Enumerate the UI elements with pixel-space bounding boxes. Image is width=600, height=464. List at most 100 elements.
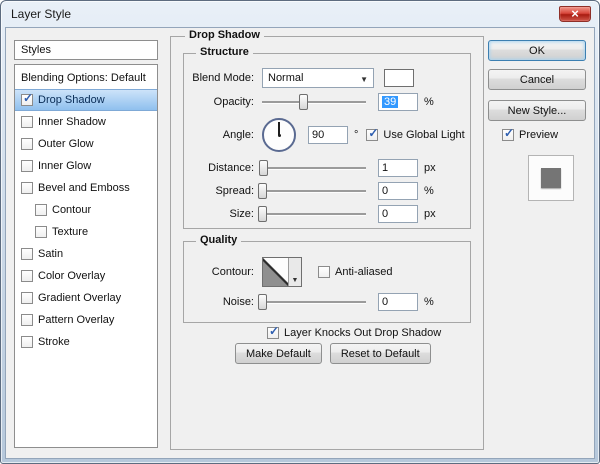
opacity-unit: % xyxy=(424,96,434,108)
blend-mode-dropdown[interactable]: Normal ▼ xyxy=(262,68,374,88)
slider-track xyxy=(262,213,366,216)
layer-knocks-out-checkbox[interactable]: ✓ xyxy=(267,327,279,339)
noise-value: 0 xyxy=(382,296,388,308)
opacity-row: Opacity: 39 % xyxy=(184,90,470,114)
style-item-inner-glow[interactable]: ✓Inner Glow xyxy=(15,155,157,177)
use-global-light-checkbox[interactable]: ✓ xyxy=(366,129,378,141)
ok-button[interactable]: OK xyxy=(488,40,586,61)
spread-field[interactable]: 0 xyxy=(378,182,418,200)
style-item-label: Gradient Overlay xyxy=(38,292,121,304)
preview-label: Preview xyxy=(519,129,558,141)
chevron-down-icon: ▼ xyxy=(360,75,368,84)
opacity-field[interactable]: 39 xyxy=(378,93,418,111)
size-value: 0 xyxy=(382,208,388,220)
cancel-button[interactable]: Cancel xyxy=(488,69,586,90)
preview-checkbox[interactable]: ✓ xyxy=(502,129,514,141)
blend-mode-label: Blend Mode: xyxy=(188,72,254,84)
slider-thumb[interactable] xyxy=(259,160,268,176)
action-column: OK Cancel New Style... ✓ Preview xyxy=(488,40,586,201)
style-item-drop-shadow[interactable]: ✓Drop Shadow xyxy=(15,89,157,111)
styles-panel-header: Styles xyxy=(14,40,158,60)
contour-picker[interactable]: ▼ xyxy=(262,257,302,287)
noise-unit: % xyxy=(424,296,434,308)
noise-row: Noise: 0 % xyxy=(184,290,470,313)
slider-thumb[interactable] xyxy=(258,183,267,199)
angle-dial[interactable] xyxy=(262,118,296,152)
contour-dropdown-arrow[interactable]: ▼ xyxy=(288,258,301,286)
style-item-bevel-and-emboss[interactable]: ✓ Bevel and Emboss xyxy=(15,177,157,199)
style-item-color-overlay[interactable]: ✓ Color Overlay xyxy=(15,265,157,287)
slider-thumb[interactable] xyxy=(258,294,267,310)
layer-knocks-out-label: Layer Knocks Out Drop Shadow xyxy=(284,327,441,339)
chevron-down-icon: ▼ xyxy=(292,277,299,284)
angle-label: Angle: xyxy=(188,129,254,141)
style-item-pattern-overlay[interactable]: ✓Pattern Overlay xyxy=(15,309,157,331)
style-effect-checkbox[interactable]: ✓ xyxy=(21,270,33,282)
style-effect-checkbox[interactable]: ✓ xyxy=(21,182,33,194)
style-item-blending-options-default[interactable]: Blending Options: Default xyxy=(15,67,157,89)
spread-slider[interactable] xyxy=(262,183,366,199)
style-effect-checkbox[interactable]: ✓ xyxy=(21,94,33,106)
make-default-button[interactable]: Make Default xyxy=(235,343,322,364)
style-effect-checkbox[interactable]: ✓ xyxy=(21,336,33,348)
opacity-label: Opacity: xyxy=(188,96,254,108)
titlebar[interactable]: Layer Style × xyxy=(1,1,599,27)
use-global-light-label: Use Global Light xyxy=(383,129,464,141)
style-effect-checkbox[interactable]: ✓ xyxy=(35,226,47,238)
blend-mode-value: Normal xyxy=(268,72,303,84)
style-item-stroke[interactable]: ✓ Stroke xyxy=(15,331,157,353)
spread-value: 0 xyxy=(382,185,388,197)
preview-row: ✓ Preview xyxy=(502,129,586,141)
slider-track xyxy=(262,101,366,104)
reset-to-default-button[interactable]: Reset to Default xyxy=(330,343,431,364)
noise-field[interactable]: 0 xyxy=(378,293,418,311)
style-item-inner-shadow[interactable]: ✓Inner Shadow xyxy=(15,111,157,133)
opacity-value: 39 xyxy=(382,96,398,108)
slider-thumb[interactable] xyxy=(258,206,267,222)
style-effect-checkbox[interactable]: ✓ xyxy=(21,116,33,128)
close-button[interactable]: × xyxy=(559,6,591,22)
check-icon: ✓ xyxy=(269,326,279,336)
distance-slider[interactable] xyxy=(262,160,366,176)
style-effect-checkbox[interactable]: ✓ xyxy=(21,160,33,172)
anti-aliased-row: ✓ Anti-aliased xyxy=(318,266,392,278)
preview-square-icon xyxy=(541,168,561,188)
structure-group: Structure Blend Mode: Normal ▼ Opacity: xyxy=(183,53,471,229)
opacity-slider[interactable] xyxy=(262,94,366,110)
size-row: Size: 0 px xyxy=(184,202,470,225)
layer-style-dialog: Layer Style × Styles Blending Options: D… xyxy=(0,0,600,464)
new-style-button[interactable]: New Style... xyxy=(488,100,586,121)
style-item-texture[interactable]: ✓Texture xyxy=(15,221,157,243)
style-item-outer-glow[interactable]: ✓Outer Glow xyxy=(15,133,157,155)
angle-field[interactable]: 90 xyxy=(308,126,348,144)
slider-track xyxy=(262,190,366,193)
size-slider[interactable] xyxy=(262,206,366,222)
size-unit: px xyxy=(424,208,436,220)
layer-knocks-out-row: ✓ Layer Knocks Out Drop Shadow xyxy=(267,327,441,339)
noise-label: Noise: xyxy=(188,296,254,308)
shadow-color-swatch[interactable] xyxy=(384,69,414,87)
styles-header-label: Styles xyxy=(21,44,51,56)
slider-track xyxy=(262,301,366,304)
style-effect-checkbox[interactable]: ✓ xyxy=(21,292,33,304)
style-effect-checkbox[interactable]: ✓ xyxy=(35,204,47,216)
size-field[interactable]: 0 xyxy=(378,205,418,223)
quality-group-title: Quality xyxy=(196,234,241,246)
style-item-gradient-overlay[interactable]: ✓ Gradient Overlay xyxy=(15,287,157,309)
style-item-satin[interactable]: ✓Satin xyxy=(15,243,157,265)
style-effect-checkbox[interactable]: ✓ xyxy=(21,248,33,260)
style-item-contour[interactable]: ✓ Contour xyxy=(15,199,157,221)
angle-value: 90 xyxy=(312,129,324,141)
style-item-label: Color Overlay xyxy=(38,270,105,282)
style-item-label: Contour xyxy=(52,204,91,216)
panel-title: Drop Shadow xyxy=(185,29,264,41)
style-effect-checkbox[interactable]: ✓ xyxy=(21,138,33,150)
angle-center-dot xyxy=(278,134,281,137)
style-effect-checkbox[interactable]: ✓ xyxy=(21,314,33,326)
anti-aliased-checkbox[interactable]: ✓ xyxy=(318,266,330,278)
noise-slider[interactable] xyxy=(262,294,366,310)
distance-field[interactable]: 1 xyxy=(378,159,418,177)
style-item-label: Bevel and Emboss xyxy=(38,182,130,194)
slider-thumb[interactable] xyxy=(299,94,308,110)
style-item-label: Stroke xyxy=(38,336,70,348)
